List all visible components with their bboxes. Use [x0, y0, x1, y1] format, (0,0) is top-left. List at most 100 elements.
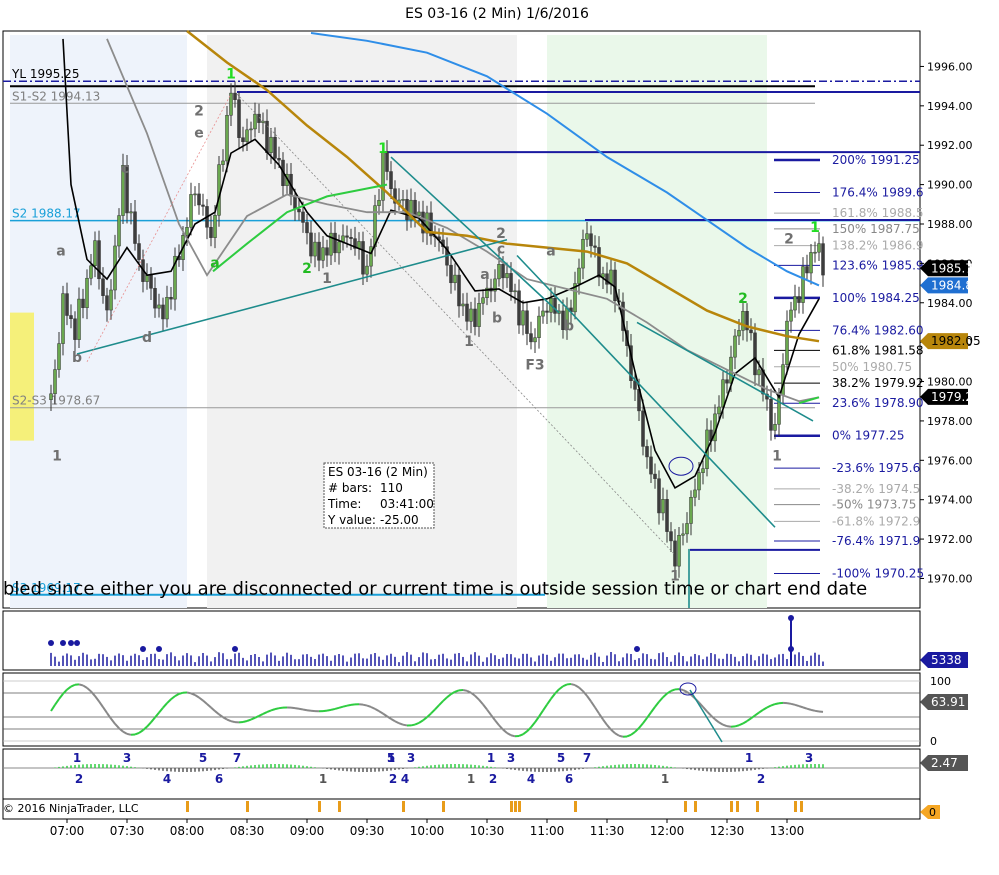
candle-down — [162, 305, 165, 319]
y-tick-label: 1992.00 — [927, 139, 973, 152]
y-tick-label: 1978.00 — [927, 415, 973, 428]
oscillator-line — [511, 735, 515, 736]
oscillator-line — [335, 708, 339, 709]
x-tick-label: 09:30 — [350, 824, 385, 838]
candle-down — [302, 212, 305, 223]
fib-level-label: 61.8% 1981.58 — [832, 343, 924, 357]
price-chart[interactable]: ES 03-16 (2 Min) 1/6/2016 YL 1995.25S1-S… — [0, 0, 999, 871]
y-tick-label: 1976.00 — [927, 454, 973, 467]
fib-level-label: 76.4% 1982.60 — [832, 323, 924, 337]
candle-down — [822, 244, 825, 275]
volume-spike-dot — [48, 640, 54, 646]
wave-flag: 2.47 — [931, 756, 958, 770]
status-message: bled since either you are disconnected o… — [3, 578, 867, 599]
x-tick-label: 13:00 — [770, 824, 805, 838]
candle-up — [514, 291, 517, 292]
pivot-label: S1-S2 1994.13 — [12, 89, 100, 103]
candle-down — [670, 532, 673, 541]
candle-down — [546, 311, 549, 312]
candle-down — [318, 242, 321, 260]
oscillator-line — [815, 711, 819, 712]
candle-up — [58, 344, 61, 370]
marker-tick — [730, 801, 733, 812]
candle-up — [814, 252, 817, 253]
candle-up — [402, 199, 405, 200]
wave-count-label: 4 — [163, 772, 171, 786]
fib-level-label: 38.2% 1979.92 — [832, 376, 924, 390]
candle-up — [498, 264, 501, 279]
candle-down — [266, 121, 269, 153]
candle-up — [382, 152, 385, 201]
candle-down — [294, 196, 297, 209]
fib-level-label: 123.6% 1985.9 — [832, 258, 924, 272]
wave-count-label: 2 — [75, 772, 83, 786]
chart-root: ES 03-16 (2 Min) 1/6/2016 YL 1995.25S1-S… — [0, 0, 999, 871]
y-tick-label: 1996.00 — [927, 60, 973, 73]
price-flag: 1985.75 — [931, 261, 981, 275]
oscillator-line — [231, 721, 235, 722]
candle-down — [458, 275, 461, 306]
oscillator-line — [571, 684, 575, 685]
candle-up — [110, 290, 113, 310]
candle-down — [274, 137, 277, 158]
candle-down — [70, 316, 73, 319]
marker-tick — [442, 801, 445, 812]
marker-tick — [694, 801, 697, 812]
y-tick-label: 1970.00 — [927, 572, 973, 585]
candle-up — [790, 310, 793, 321]
oscillator-line — [807, 709, 811, 710]
data-box-key: ES 03-16 (2 Min) — [328, 465, 428, 479]
candle-up — [722, 380, 725, 407]
wave-count-label: 3 — [407, 751, 415, 765]
candle-up — [482, 298, 485, 304]
candle-up — [366, 266, 369, 274]
osc-tick-label: 100 — [930, 675, 951, 688]
candle-up — [130, 212, 133, 213]
candle-up — [226, 115, 229, 161]
candle-up — [818, 244, 821, 253]
wave-label: 1 — [52, 448, 62, 464]
wave-count-label: 1 — [319, 772, 327, 786]
volume-spike-dot — [74, 640, 80, 646]
wave-panel-frame — [3, 749, 920, 799]
candle-up — [698, 473, 701, 490]
candle-down — [154, 288, 157, 308]
candle-up — [246, 130, 249, 142]
volume-spike-dot — [156, 646, 162, 652]
price-flag: 1984.88 — [931, 278, 981, 292]
oscillator-line — [795, 705, 799, 706]
marker-tick — [736, 801, 739, 812]
candle-down — [234, 93, 237, 100]
oscillator-line — [771, 704, 775, 705]
candle-up — [378, 200, 381, 205]
volume-spike-dot — [788, 615, 794, 621]
marker-tick — [510, 801, 513, 812]
wave-label: 2 — [302, 261, 312, 277]
wave-label: 1 — [226, 66, 236, 82]
candle-up — [610, 270, 613, 284]
candle-up — [470, 309, 473, 321]
candle-up — [794, 296, 797, 310]
wave-label: 1 — [322, 271, 332, 287]
candle-down — [450, 265, 453, 283]
x-tick-label: 09:00 — [290, 824, 325, 838]
candle-up — [718, 407, 721, 414]
candle-up — [186, 227, 189, 235]
wave-count-label: 3 — [805, 751, 813, 765]
y-tick-label: 1994.00 — [927, 100, 973, 113]
candle-up — [578, 268, 581, 283]
candle-up — [522, 311, 525, 325]
fib-level-label: -38.2% 1974.5 — [832, 482, 920, 496]
oscillator-line — [775, 703, 779, 704]
candle-up — [506, 273, 509, 277]
volume-spike-dot — [634, 646, 640, 652]
oscillator-line — [187, 693, 191, 694]
candle-up — [586, 234, 589, 240]
x-tick-label: 08:30 — [230, 824, 265, 838]
candle-down — [298, 209, 301, 212]
candle-down — [198, 194, 201, 205]
candle-up — [254, 114, 257, 129]
fib-level-label: 138.2% 1986.9 — [832, 239, 924, 253]
y-tick-label: 1990.00 — [927, 179, 973, 192]
oscillator-line — [791, 704, 795, 705]
